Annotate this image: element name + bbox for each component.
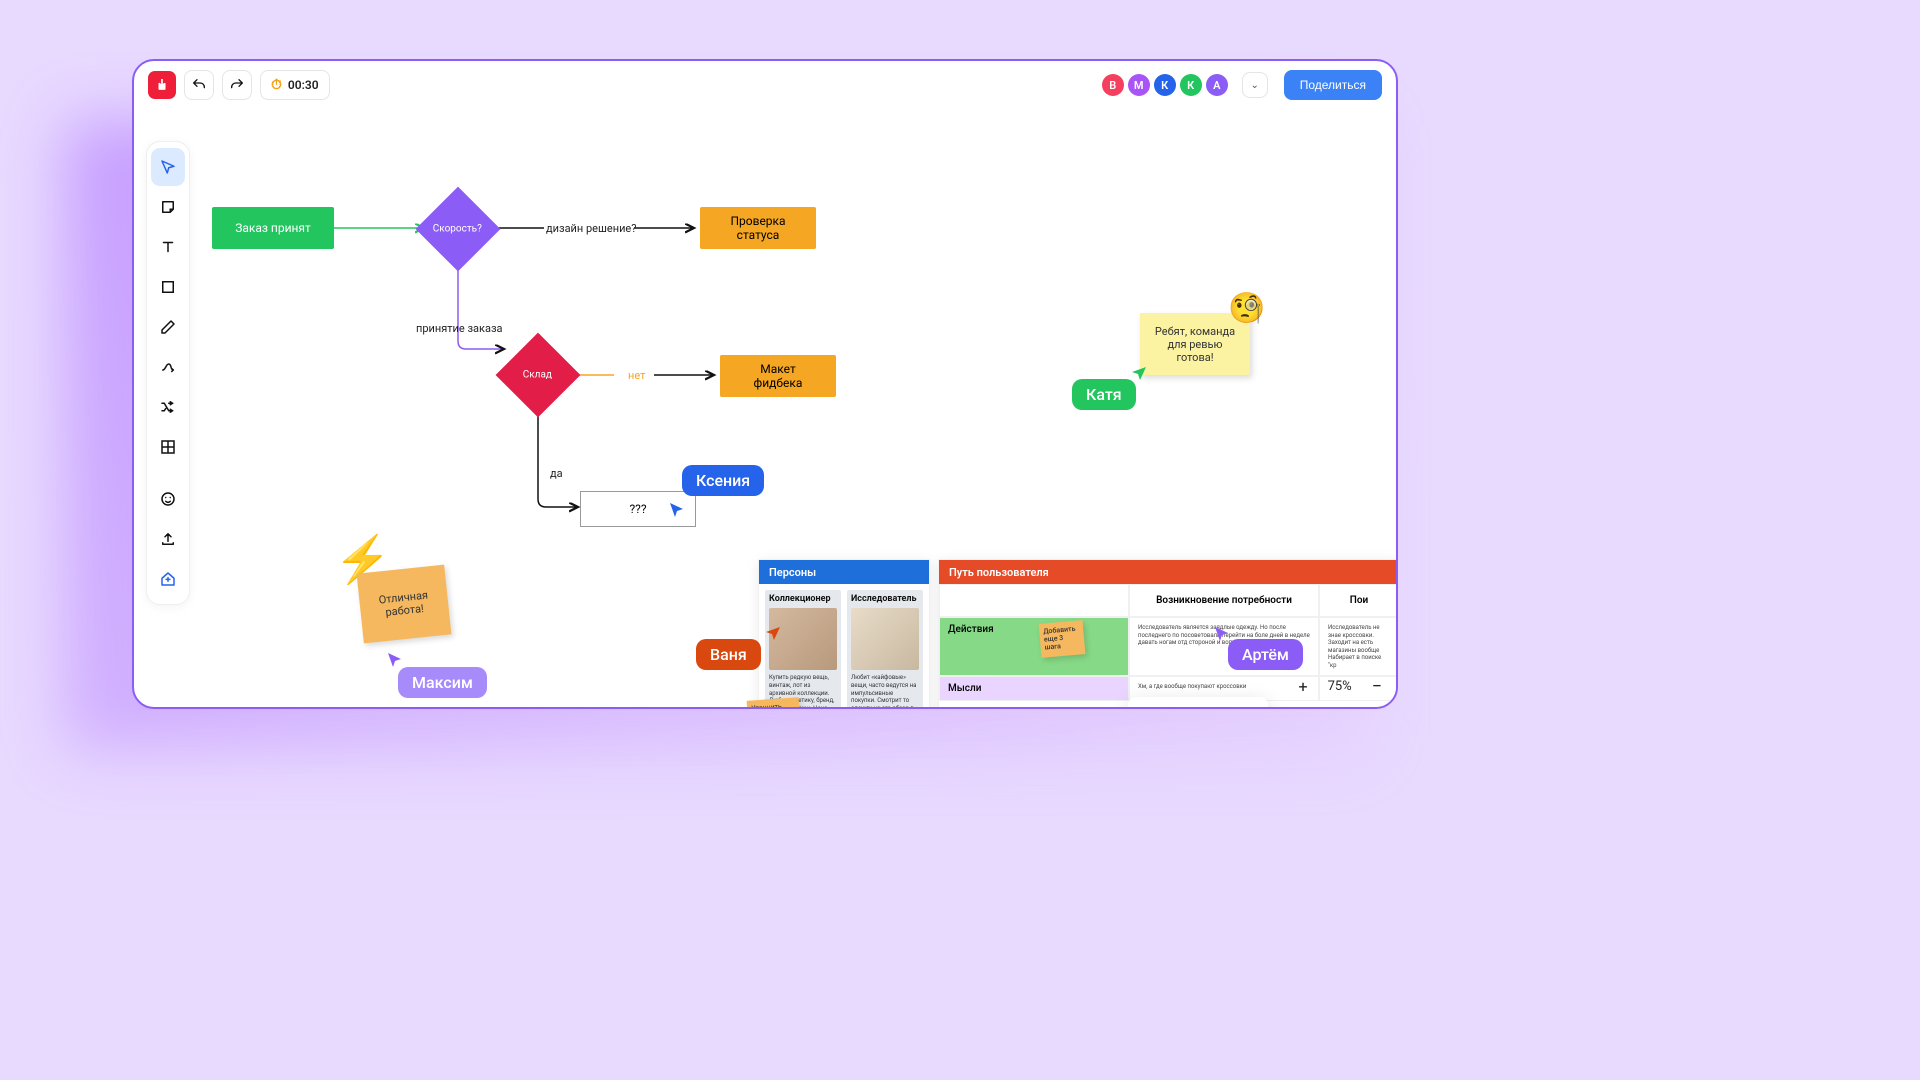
- avatar[interactable]: В: [1102, 74, 1124, 96]
- cursor-tag-maksim: Максим: [398, 667, 487, 698]
- thinking-emoji-icon: 🧐: [1228, 291, 1265, 326]
- cursor-icon: [764, 625, 782, 643]
- redo-button[interactable]: [222, 70, 252, 100]
- cursor-tag-kseniya: Ксения: [682, 465, 764, 496]
- zoom-in-button[interactable]: +: [1298, 677, 1307, 696]
- zoom-in-button[interactable]: +: [1174, 708, 1190, 709]
- zoom-value: 75%: [1328, 679, 1352, 694]
- flow-node-feedback-mockup[interactable]: Макет фидбека: [720, 355, 836, 397]
- more-users-button[interactable]: ⌄: [1242, 72, 1268, 98]
- app-window: ⏱ 00:30 ВМККА ⌄ Поделиться: [132, 59, 1398, 709]
- personas-frame[interactable]: Персоны Коллекционер Купить редкую вещь,…: [758, 559, 930, 709]
- zoom-out-button[interactable]: −: [1372, 676, 1382, 697]
- collaborator-avatars: ВМККА: [1102, 74, 1228, 96]
- persona-collector: Коллекционер Купить редкую вещь, винтаж,…: [765, 590, 841, 709]
- flow-label-design: дизайн решение?: [546, 222, 636, 235]
- sticky-great-job[interactable]: Отличная работа!: [357, 565, 452, 644]
- journey-col-header: Пои: [1319, 584, 1398, 617]
- flow-node-status-check[interactable]: Проверка статуса: [700, 207, 816, 249]
- avatar[interactable]: А: [1206, 74, 1228, 96]
- personas-header: Персоны: [759, 560, 929, 584]
- flow-label-no: нет: [628, 369, 645, 382]
- persona-researcher: Исследователь Любит «кайфовые» вещи, час…: [847, 590, 923, 709]
- journey-spacer: [939, 584, 1129, 617]
- journey-cell: Исследователь не знае кроссовки. Заходит…: [1319, 617, 1398, 676]
- cursor-icon: [1130, 365, 1148, 383]
- stopwatch-icon: ⏱: [271, 77, 282, 93]
- app-logo[interactable]: [148, 71, 176, 99]
- undo-button[interactable]: [184, 70, 214, 100]
- inner-zoom-panel: + 33% -: [1128, 697, 1268, 709]
- avatar[interactable]: К: [1154, 74, 1176, 96]
- avatar[interactable]: К: [1180, 74, 1202, 96]
- journey-row-actions: Действия Добавить еще 3 шага: [939, 617, 1129, 676]
- top-bar: ⏱ 00:30 ВМККА ⌄ Поделиться: [134, 61, 1396, 109]
- sticky-clarify[interactable]: Уточнить мотивацию: [747, 697, 802, 709]
- outer-zoom-panel: + 75% −: [1298, 676, 1382, 697]
- journey-row-thoughts: Мысли: [939, 676, 1129, 701]
- zoom-out-button[interactable]: -: [1240, 708, 1256, 709]
- timer-value: 00:30: [288, 78, 319, 92]
- cursor-tag-vanya: Ваня: [696, 639, 761, 670]
- zoom-value: 33%: [1204, 708, 1226, 709]
- share-button[interactable]: Поделиться: [1284, 70, 1382, 100]
- avatar[interactable]: М: [1128, 74, 1150, 96]
- flow-node-order-accepted[interactable]: Заказ принят: [212, 207, 334, 249]
- flow-label-accept: принятие заказа: [416, 322, 503, 335]
- flow-diamond-warehouse[interactable]: Склад: [496, 333, 581, 418]
- cursor-icon: [1213, 625, 1231, 643]
- timer-display[interactable]: ⏱ 00:30: [260, 70, 330, 100]
- cursor-tag-artem: Артём: [1228, 639, 1303, 670]
- flow-diamond-speed[interactable]: Скорость?: [416, 187, 501, 272]
- sticky-add-steps[interactable]: Добавить еще 3 шага: [1039, 620, 1086, 658]
- cursor-icon: [386, 651, 404, 669]
- canvas[interactable]: Заказ принят Скорость? дизайн решение? П…: [134, 109, 1396, 707]
- flow-label-yes: да: [550, 467, 563, 480]
- magnifier-icon[interactable]: [1140, 705, 1160, 709]
- journey-header: Путь пользователя: [939, 560, 1398, 584]
- cursor-icon: [668, 501, 686, 519]
- cursor-tag-katya: Катя: [1072, 379, 1136, 410]
- persona-image: [851, 608, 919, 670]
- journey-col-header: Возникновение потребности: [1129, 584, 1319, 617]
